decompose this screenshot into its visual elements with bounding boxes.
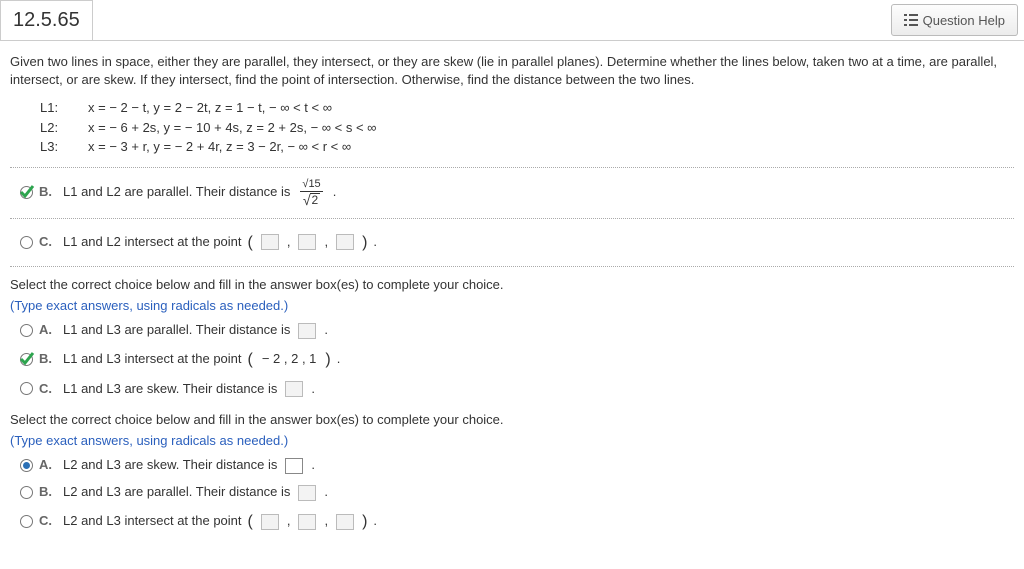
radio-checked-icon[interactable] [20,186,33,199]
radio-checked-icon[interactable] [20,353,33,366]
answer-input-distance[interactable] [285,381,303,397]
radio-button[interactable] [20,515,33,528]
period: . [337,349,341,370]
choice-text: L1 and L3 are parallel. Their distance i… [63,320,290,341]
answer-input-y[interactable] [298,234,316,250]
line-equation: x = − 6 + 2s, y = − 10 + 4s, z = 2 + 2s,… [88,118,376,138]
separator [10,218,1014,219]
radio-button[interactable] [20,382,33,395]
answer-input-distance[interactable] [298,485,316,501]
line-equation: x = − 2 − t, y = 2 − 2t, z = 1 − t, − ∞ … [88,98,332,118]
header: 12.5.65 Question Help [0,0,1024,41]
point-parentheses: ) [362,230,367,256]
choice-letter: C. [39,511,57,532]
fraction-denominator: √2 [300,191,323,207]
choice-letter: B. [39,182,57,203]
choice-letter: B. [39,349,57,370]
list-icon [904,14,918,26]
answer-input-y[interactable] [298,514,316,530]
choice-text: L1 and L3 are skew. Their distance is [63,379,277,400]
choice-text: L1 and L3 intersect at the point [63,349,242,370]
radio-button[interactable] [20,324,33,337]
choice-g3-C[interactable]: C. L2 and L3 intersect at the point ( , … [10,506,1014,538]
choice-g2-A[interactable]: A. L1 and L3 are parallel. Their distanc… [10,317,1014,344]
lines-block: L1: x = − 2 − t, y = 2 − 2t, z = 1 − t, … [40,98,1014,157]
content: Given two lines in space, either they ar… [0,41,1024,552]
line-equation: x = − 3 + r, y = − 2 + 4r, z = 3 − 2r, −… [88,137,351,157]
line-label: L2: [40,118,70,138]
question-number: 12.5.65 [0,0,93,40]
choice-text: L2 and L3 are skew. Their distance is [63,455,277,476]
radio-button[interactable] [20,236,33,249]
section-instruction: Select the correct choice below and fill… [10,277,1014,292]
line-label: L3: [40,137,70,157]
point-parentheses: ( [248,347,253,373]
choice-letter: C. [39,232,57,253]
answer-input-distance[interactable] [298,323,316,339]
choice-letter: A. [39,320,57,341]
radio-button[interactable] [20,486,33,499]
hint-text: (Type exact answers, using radicals as n… [10,298,1014,313]
answer-input-x[interactable] [261,234,279,250]
period: . [333,182,337,203]
choice-g2-C[interactable]: C. L1 and L3 are skew. Their distance is… [10,376,1014,403]
separator [10,167,1014,168]
choice-text: L2 and L3 are parallel. Their distance i… [63,482,290,503]
period: . [311,379,315,400]
answer-input-x[interactable] [261,514,279,530]
period: . [324,320,328,341]
choice-g2-B[interactable]: B. L1 and L3 intersect at the point ( − … [10,344,1014,376]
question-help-button[interactable]: Question Help [891,4,1018,36]
line-L2: L2: x = − 6 + 2s, y = − 10 + 4s, z = 2 +… [40,118,1014,138]
period: . [373,511,377,532]
point-parentheses: ) [362,509,367,535]
hint-text: (Type exact answers, using radicals as n… [10,433,1014,448]
choice-g1-C[interactable]: C. L1 and L2 intersect at the point ( , … [10,227,1014,259]
answer-input-z[interactable] [336,234,354,250]
instructions-text: Given two lines in space, either they ar… [10,53,1014,88]
line-L3: L3: x = − 3 + r, y = − 2 + 4r, z = 3 − 2… [40,137,1014,157]
period: . [324,482,328,503]
choice-g1-B[interactable]: B. L1 and L2 are parallel. Their distanc… [10,176,1014,210]
point-parentheses: ( [248,509,253,535]
help-label: Question Help [923,13,1005,28]
answer-input-distance[interactable] [285,458,303,474]
period: . [311,455,315,476]
answer-coords: − 2 , 2 , 1 [259,349,320,370]
distance-fraction: √15 √2 [299,179,323,207]
choice-g3-A[interactable]: A. L2 and L3 are skew. Their distance is… [10,452,1014,479]
period: . [373,232,377,253]
fraction-numerator: √15 [299,179,323,191]
separator [10,266,1014,267]
point-parentheses: ) [325,347,330,373]
choice-text: L1 and L2 are parallel. Their distance i… [63,182,290,203]
choice-letter: A. [39,455,57,476]
radio-button-selected[interactable] [20,459,33,472]
point-parentheses: ( [248,230,253,256]
line-label: L1: [40,98,70,118]
choice-text: L1 and L2 intersect at the point [63,232,242,253]
choice-g3-B[interactable]: B. L2 and L3 are parallel. Their distanc… [10,479,1014,506]
section-instruction: Select the correct choice below and fill… [10,412,1014,427]
choice-letter: C. [39,379,57,400]
choice-text: L2 and L3 intersect at the point [63,511,242,532]
line-L1: L1: x = − 2 − t, y = 2 − 2t, z = 1 − t, … [40,98,1014,118]
answer-input-z[interactable] [336,514,354,530]
choice-letter: B. [39,482,57,503]
